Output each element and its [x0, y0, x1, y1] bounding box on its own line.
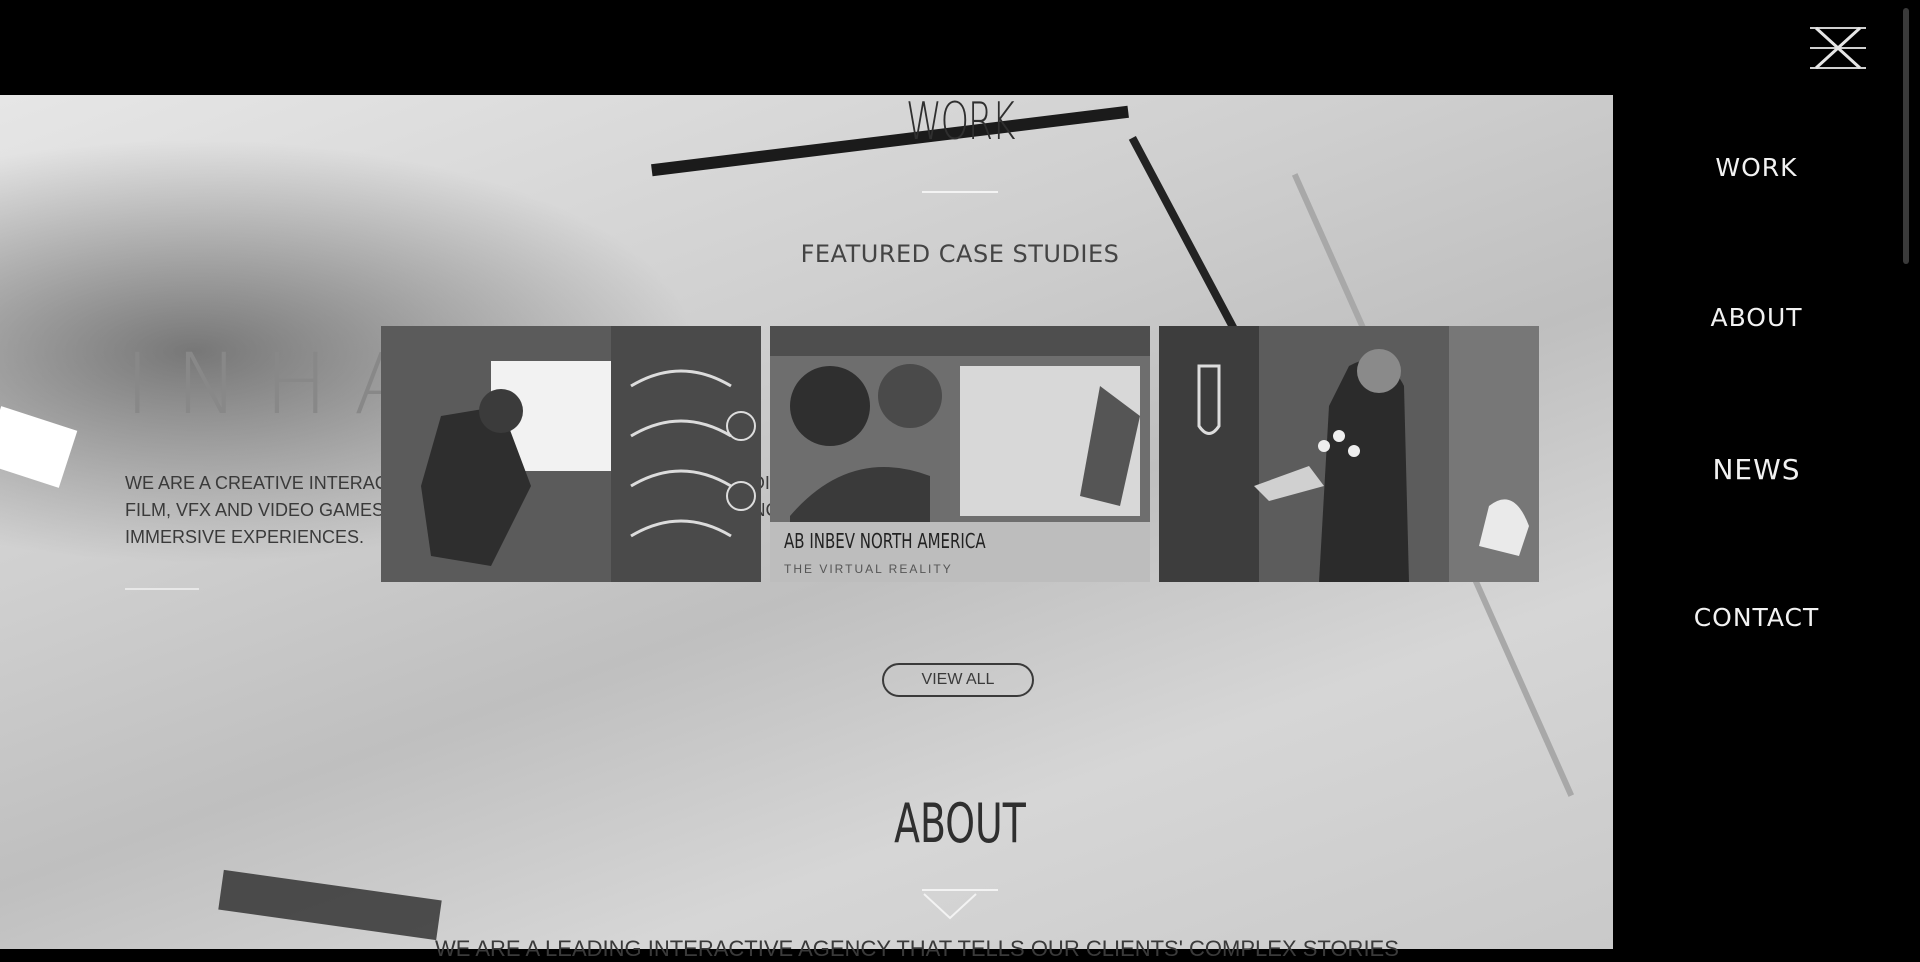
title-underline	[922, 191, 998, 193]
chevron-down-icon[interactable]	[922, 892, 978, 922]
close-menu-icon[interactable]	[1808, 24, 1868, 72]
case-study-subtitle: THE VIRTUAL REALITY	[784, 562, 953, 576]
background-streak	[1128, 135, 1240, 335]
about-section-title: ABOUT	[894, 792, 1026, 855]
background-shadow	[218, 869, 442, 941]
view-all-button[interactable]: VIEW ALL	[882, 663, 1034, 697]
title-underline	[922, 889, 998, 891]
nav-item-about[interactable]: ABOUT	[1613, 303, 1900, 332]
sidebar-nav: WORK ABOUT NEWS CONTACT	[1613, 95, 1900, 949]
case-study-card-2[interactable]: AB INBEV NORTH AMERICA THE VIRTUAL REALI…	[770, 326, 1150, 582]
scrollbar-thumb[interactable]	[1903, 8, 1909, 264]
background-highlight	[0, 406, 78, 488]
nav-item-news[interactable]: NEWS	[1613, 453, 1900, 486]
case-study-card-1[interactable]	[381, 326, 761, 582]
work-section-title: WORK	[905, 92, 1016, 152]
about-text: WE ARE A LEADING INTERACTIVE AGENCY THAT…	[435, 936, 1399, 961]
case-study-image	[381, 326, 761, 582]
featured-case-studies-heading: FEATURED CASE STUDIES	[800, 240, 1120, 268]
case-study-title: AB INBEV NORTH AMERICA	[784, 529, 986, 553]
tagline-underline	[125, 588, 199, 590]
case-study-card-3[interactable]	[1159, 326, 1539, 582]
nav-item-contact[interactable]: CONTACT	[1613, 603, 1900, 632]
nav-item-work[interactable]: WORK	[1613, 153, 1900, 182]
top-bar	[0, 0, 1920, 95]
case-study-image	[1159, 326, 1539, 582]
